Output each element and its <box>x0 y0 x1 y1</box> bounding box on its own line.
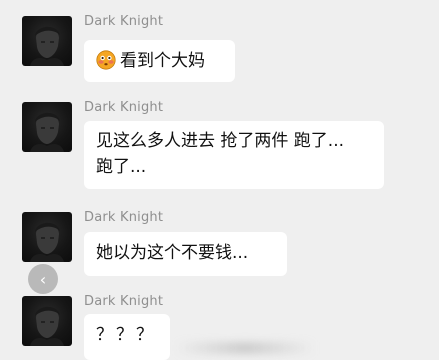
person-portrait-icon <box>30 222 64 262</box>
sender-name: Dark Knight <box>84 294 164 309</box>
message-bubble[interactable]: ？？？ <box>84 314 170 360</box>
message-text-line-1: 见这么多人进去 抢了两件 跑了... <box>96 131 345 151</box>
avatar[interactable] <box>22 16 72 66</box>
message-text-line-2: 跑了... <box>96 157 147 177</box>
message-text: 她以为这个不要钱... <box>96 243 249 263</box>
person-portrait-icon <box>30 26 64 66</box>
avatar[interactable] <box>22 102 72 152</box>
person-portrait-icon <box>30 112 64 152</box>
avatar[interactable] <box>22 212 72 262</box>
message-bubble[interactable]: 看到个大妈 <box>84 40 235 82</box>
chat-message-list: Dark Knight 看到个大妈 Dark Knight 见这么多人进去 抢了… <box>0 0 439 360</box>
sender-name: Dark Knight <box>84 210 164 225</box>
sender-name: Dark Knight <box>84 14 164 29</box>
sender-name: Dark Knight <box>84 100 164 115</box>
message-bubble[interactable]: 她以为这个不要钱... <box>84 232 287 276</box>
chevron-left-icon[interactable]: ‹ <box>28 264 58 294</box>
message-bubble[interactable]: 见这么多人进去 抢了两件 跑了... 跑了... <box>84 121 384 189</box>
flushed-face-emoji <box>96 50 116 70</box>
avatar[interactable] <box>22 296 72 346</box>
blurred-text-strip <box>175 342 315 354</box>
message-text: ？？？ <box>96 325 156 345</box>
person-portrait-icon <box>30 306 64 346</box>
message-text: 看到个大妈 <box>120 51 205 71</box>
